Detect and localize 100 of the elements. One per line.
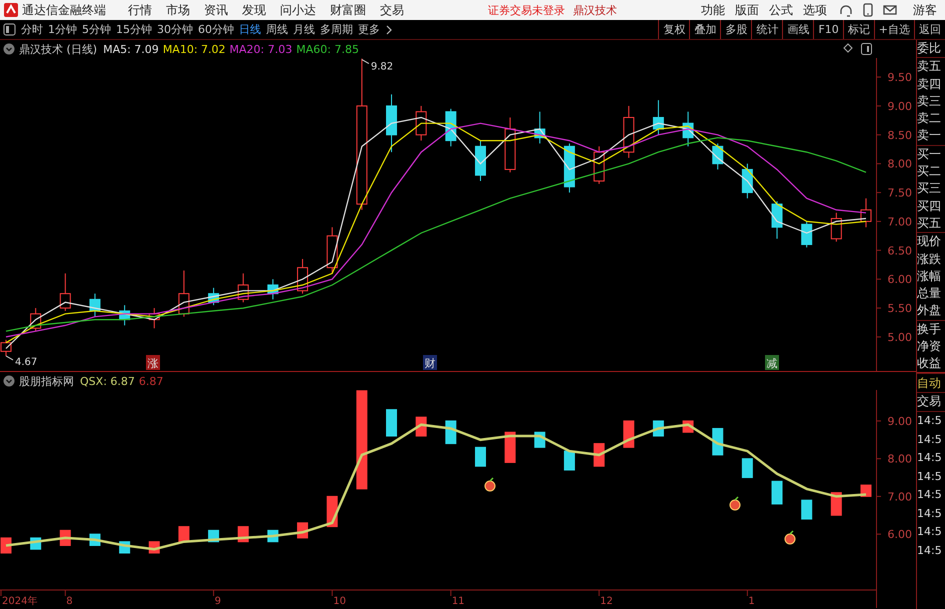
user-label[interactable]: 游客 bbox=[913, 2, 937, 18]
period-tab[interactable]: 日线 bbox=[239, 22, 261, 37]
legend-value: : 7.09 bbox=[127, 42, 159, 56]
candlestick bbox=[712, 142, 724, 170]
candlestick bbox=[712, 428, 724, 456]
candlestick bbox=[445, 108, 456, 147]
menu-item[interactable]: 功能 bbox=[701, 2, 725, 18]
menu-item[interactable]: 选项 bbox=[803, 2, 827, 18]
candlestick bbox=[504, 116, 516, 173]
panel-toggle-icon[interactable] bbox=[3, 23, 16, 36]
period-tab[interactable]: 分时 bbox=[21, 22, 43, 37]
menu-item[interactable]: 发现 bbox=[242, 2, 266, 18]
series-name: QSX bbox=[80, 374, 104, 388]
toolbar-button[interactable]: 标记 bbox=[842, 20, 874, 39]
toolbar-button[interactable]: 返回 bbox=[914, 20, 945, 39]
axis-tick-label: 9.00 bbox=[888, 414, 912, 428]
menu-item[interactable]: 市场 bbox=[166, 2, 190, 18]
axis-tick-label: 6.00 bbox=[888, 528, 912, 542]
menu-item[interactable]: 交易 bbox=[380, 2, 404, 18]
series-name: MA10 bbox=[162, 42, 194, 56]
axis-tick-label: 8.00 bbox=[888, 452, 912, 466]
trade-time: 14:5 bbox=[917, 450, 943, 466]
menu-item[interactable]: 问小达 bbox=[280, 2, 316, 18]
period-tab[interactable]: 多周期 bbox=[320, 22, 353, 37]
toolbar-button[interactable]: 复权 bbox=[658, 20, 690, 39]
candlestick bbox=[297, 258, 308, 294]
toolbar-button[interactable]: 画线 bbox=[782, 20, 814, 39]
candlestick bbox=[89, 293, 100, 318]
menu-item[interactable]: 资讯 bbox=[204, 2, 228, 18]
event-marker: 财 bbox=[423, 355, 437, 370]
logo-icon[interactable] bbox=[4, 3, 18, 17]
candlestick bbox=[267, 278, 278, 300]
axis-tick-label: 12 bbox=[600, 596, 613, 607]
app-title: 通达信金融终端 bbox=[22, 2, 106, 18]
more-tab[interactable]: 更多 bbox=[358, 22, 380, 37]
candlestick bbox=[594, 146, 605, 184]
series-name: MA5 bbox=[103, 42, 128, 56]
candlestick bbox=[623, 105, 634, 158]
candlestick bbox=[386, 409, 398, 437]
dropdown-icon[interactable] bbox=[3, 43, 15, 55]
axis-tick-label: 8.00 bbox=[888, 158, 912, 171]
toolbar-button[interactable]: 叠加 bbox=[689, 20, 720, 39]
menu-item[interactable]: 财富圈 bbox=[330, 2, 366, 18]
candlestick bbox=[652, 100, 664, 136]
quote-label: 总量 bbox=[917, 285, 942, 302]
candlestick bbox=[0, 537, 12, 554]
trade-time: 14:5 bbox=[917, 487, 943, 503]
phone-icon[interactable] bbox=[861, 3, 875, 17]
indicator-title: 鼎汉技术 (日线) bbox=[19, 42, 98, 56]
candlestick bbox=[60, 272, 71, 312]
menu-item[interactable]: 版面 bbox=[735, 2, 759, 18]
period-tab[interactable]: 15分钟 bbox=[116, 22, 152, 37]
chevron-right-icon[interactable] bbox=[385, 24, 393, 34]
toolbar-button[interactable]: 多股 bbox=[720, 20, 752, 39]
quote-label: 换手 bbox=[917, 320, 942, 338]
quote-label: 买二 bbox=[917, 163, 942, 180]
headset-icon[interactable] bbox=[839, 3, 853, 17]
quote-label: 外盘 bbox=[917, 302, 942, 320]
fruit-icon bbox=[484, 477, 496, 492]
axis-tick-label: 9.00 bbox=[888, 100, 912, 113]
trade-time: 14:5 bbox=[917, 542, 943, 558]
menu-item[interactable]: 公式 bbox=[769, 2, 793, 18]
auto-tab[interactable]: 自动 bbox=[917, 374, 945, 393]
candlestick bbox=[119, 304, 130, 326]
mail-icon[interactable] bbox=[883, 3, 897, 17]
candlestick bbox=[534, 111, 546, 144]
trade-tab[interactable]: 交易 bbox=[917, 393, 945, 412]
axis-tick-label: 8 bbox=[66, 596, 73, 607]
candlestick bbox=[416, 105, 427, 142]
panel-icon[interactable] bbox=[861, 43, 872, 55]
toolbar-button[interactable]: F10 bbox=[813, 20, 843, 39]
candlestick bbox=[148, 308, 160, 329]
toolbar-button[interactable]: +自选 bbox=[874, 20, 914, 39]
diamond-icon[interactable] bbox=[843, 43, 854, 53]
toolbar-button[interactable]: 统计 bbox=[751, 20, 782, 39]
period-tab[interactable]: 月线 bbox=[293, 22, 315, 37]
quote-label: 买三 bbox=[917, 180, 942, 198]
series-name: MA60 bbox=[296, 42, 328, 56]
candlestick bbox=[474, 446, 486, 467]
trade-time: 14:5 bbox=[917, 413, 943, 429]
quote-label: 收益 bbox=[917, 355, 942, 372]
candlestick bbox=[474, 140, 486, 182]
quote-label: 卖二 bbox=[917, 110, 942, 128]
candlestick bbox=[0, 339, 12, 356]
period-tab[interactable]: 1分钟 bbox=[48, 22, 77, 37]
candlestick bbox=[208, 287, 220, 306]
menu-item[interactable]: 行情 bbox=[128, 2, 152, 18]
legend-value: 6.87 bbox=[138, 374, 164, 388]
axis-tick-label: 10 bbox=[333, 596, 346, 607]
axis-tick-label: 11 bbox=[452, 596, 465, 607]
fruit-icon bbox=[784, 530, 796, 544]
stock-name[interactable]: 鼎汉技术 bbox=[573, 2, 617, 18]
dropdown-icon[interactable] bbox=[3, 375, 15, 387]
period-tab[interactable]: 60分钟 bbox=[198, 22, 234, 37]
period-tab[interactable]: 周线 bbox=[266, 22, 288, 37]
period-tab[interactable]: 5分钟 bbox=[82, 22, 111, 37]
axis-tick-label: 5.50 bbox=[888, 302, 912, 316]
period-tab[interactable]: 30分钟 bbox=[157, 22, 193, 37]
candlestick bbox=[682, 111, 694, 147]
quote-label: 委比 bbox=[917, 40, 942, 57]
